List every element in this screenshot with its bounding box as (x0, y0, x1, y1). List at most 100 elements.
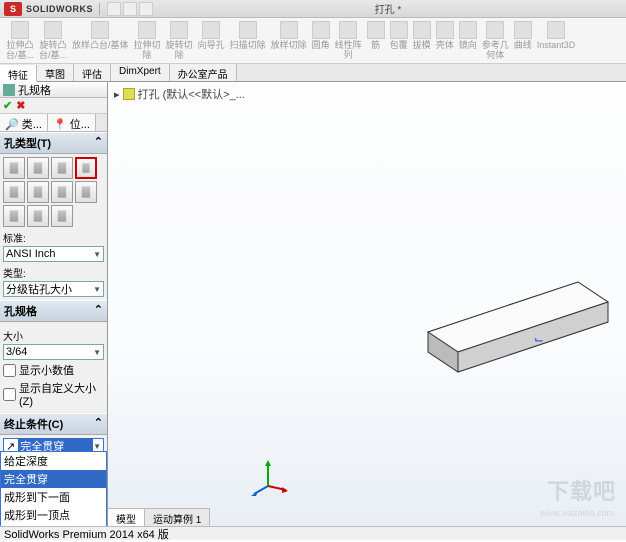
ribbon-线性阵列[interactable]: 线性阵 列 (333, 20, 364, 61)
ribbon-向导孔[interactable]: 向导孔 (196, 20, 227, 61)
ribbon-icon (239, 21, 257, 39)
collapse-icon: ⌃ (94, 303, 103, 319)
cmd-tab-1[interactable]: 草图 (37, 64, 74, 81)
hole-type-straight[interactable] (75, 157, 97, 179)
ribbon-icon (170, 21, 188, 39)
status-text: SolidWorks Premium 2014 x64 版 (4, 526, 169, 542)
expand-icon[interactable]: ▸ (114, 88, 120, 101)
hole-type-grid (3, 157, 104, 227)
ribbon-拔模[interactable]: 拔模 (411, 20, 433, 61)
section-end-condition[interactable]: 终止条件(C)⌃ (0, 413, 107, 435)
hole-type-hole[interactable] (51, 157, 73, 179)
chevron-down-icon: ▼ (93, 348, 101, 357)
feature-tree-breadcrumb[interactable]: ▸ 打孔 (默认<<默认>_... (114, 86, 245, 102)
status-bar: SolidWorks Premium 2014 x64 版 (0, 526, 626, 540)
graphics-viewport[interactable]: ▸ 打孔 (默认<<默认>_... ⌙ 下载吧 www.xiazaiba.com… (108, 82, 626, 526)
ribbon-放样切除[interactable]: 放样切除 (269, 20, 309, 61)
pm-title: 孔规格 (18, 82, 51, 98)
pm-tab-type[interactable]: 🔎 类... (0, 114, 48, 131)
ribbon-包覆[interactable]: 包覆 (388, 20, 410, 61)
ribbon-拉伸切除[interactable]: 拉伸切 除 (132, 20, 163, 61)
main-area: 孔规格 ✔ ✖ 🔎 类... 📍 位... 孔类型(T)⌃ (0, 82, 626, 526)
size-combo[interactable]: 3/64▼ (3, 344, 104, 360)
ribbon-壳体[interactable]: 壳体 (434, 20, 456, 61)
hole-spec-body: 大小 3/64▼ 显示小数值 显示自定义大小(Z) (0, 322, 107, 413)
hole-type-slot1[interactable] (75, 181, 97, 203)
breadcrumb-text: 打孔 (默认<<默认>_... (138, 86, 245, 102)
ribbon-icon (367, 21, 385, 39)
ribbon-icon (44, 21, 62, 39)
chevron-down-icon: ▼ (93, 250, 101, 259)
pm-title-bar: 孔规格 (0, 82, 107, 98)
title-bar: S SOLIDWORKS 打孔 * (0, 0, 626, 18)
standard-combo[interactable]: ANSI Inch▼ (3, 246, 104, 262)
ribbon-icon (390, 21, 408, 39)
document-title: 打孔 * (154, 1, 622, 16)
ok-button[interactable]: ✔ (3, 99, 12, 112)
command-tabs: 特征草图评估DimXpert办公室产品 (0, 64, 626, 82)
endcond-option[interactable]: 成形到下一面 (1, 488, 106, 506)
ribbon-拉伸凸台基[interactable]: 拉伸凸 台/基... (4, 20, 36, 61)
chevron-down-icon: ▼ (93, 285, 101, 294)
ribbon-镜向[interactable]: 镜向 (457, 20, 479, 61)
ribbon-Instant3D[interactable]: Instant3D (535, 20, 578, 61)
show-custom-check[interactable]: 显示自定义大小(Z) (3, 380, 104, 408)
hole-type-slot2[interactable] (3, 205, 25, 227)
hole-wizard-icon (3, 84, 15, 96)
pm-tab-position[interactable]: 📍 位... (48, 114, 96, 131)
size-label: 大小 (3, 328, 104, 343)
ribbon-参考几何体[interactable]: 参考几 何体 (480, 20, 511, 61)
endcond-option[interactable]: 成形到一顶点 (1, 506, 106, 524)
watermark-url: www.xiazaiba.com (540, 508, 614, 518)
type-combo[interactable]: 分级钻孔大小▼ (3, 281, 104, 297)
end-condition-dropdown: 给定深度完全贯穿成形到下一面成形到一顶点成形到一面到离指定面指定的距离 (0, 451, 107, 526)
solidworks-logo-icon: S (4, 2, 22, 16)
cancel-button[interactable]: ✖ (16, 99, 25, 112)
collapse-icon: ⌃ (94, 135, 103, 151)
ribbon-icon (138, 21, 156, 39)
viewport-tabs: 模型运动算例 1 (108, 508, 210, 526)
type-label: 类型: (3, 265, 104, 280)
hole-type-legacy[interactable] (51, 181, 73, 203)
cmd-tab-0[interactable]: 特征 (0, 65, 37, 82)
qat-new-button[interactable] (107, 2, 121, 16)
hole-type-slot4[interactable] (51, 205, 73, 227)
model-plate[interactable] (408, 272, 626, 412)
show-decimal-check[interactable]: 显示小数值 (3, 362, 104, 378)
separator (99, 3, 100, 15)
cmd-tab-3[interactable]: DimXpert (111, 64, 170, 81)
qat-save-button[interactable] (139, 2, 153, 16)
hole-type-countersink[interactable] (27, 157, 49, 179)
endcond-option[interactable]: 成形到一面 (1, 524, 106, 526)
ribbon-icon (459, 21, 477, 39)
origin-marker-icon: ⌙ (534, 332, 544, 346)
ribbon-曲线[interactable]: 曲线 (512, 20, 534, 61)
ribbon-扫描切除[interactable]: 扫描切除 (228, 20, 268, 61)
cmd-tab-4[interactable]: 办公室产品 (170, 64, 237, 81)
section-hole-spec[interactable]: 孔规格⌃ (0, 300, 107, 322)
viewport-tab-0[interactable]: 模型 (108, 509, 145, 526)
collapse-icon: ⌃ (94, 416, 103, 432)
ribbon-toolbar: 拉伸凸 台/基...旋转凸 台/基...放样凸台/基体拉伸切 除旋转切 除向导孔… (0, 18, 626, 64)
ribbon-旋转切除[interactable]: 旋转切 除 (164, 20, 195, 61)
ribbon-放样凸台基体[interactable]: 放样凸台/基体 (70, 20, 131, 61)
hole-type-slot3[interactable] (27, 205, 49, 227)
ribbon-旋转凸台基[interactable]: 旋转凸 台/基... (37, 20, 69, 61)
ribbon-筋[interactable]: 筋 (365, 20, 387, 61)
hole-type-pipe-tap[interactable] (27, 181, 49, 203)
ribbon-icon (514, 21, 532, 39)
qat-open-button[interactable] (123, 2, 137, 16)
view-triad-icon[interactable] (248, 456, 288, 496)
hole-type-counterbore[interactable] (3, 157, 25, 179)
ribbon-icon (413, 21, 431, 39)
pm-tabs: 🔎 类... 📍 位... (0, 114, 107, 132)
section-hole-type[interactable]: 孔类型(T)⌃ (0, 132, 107, 154)
hole-type-tap[interactable] (3, 181, 25, 203)
ribbon-icon (436, 21, 454, 39)
ribbon-icon (486, 21, 504, 39)
ribbon-圆角[interactable]: 圆角 (310, 20, 332, 61)
viewport-tab-1[interactable]: 运动算例 1 (145, 509, 210, 526)
endcond-option[interactable]: 给定深度 (1, 452, 106, 470)
endcond-option[interactable]: 完全贯穿 (1, 470, 106, 488)
cmd-tab-2[interactable]: 评估 (74, 64, 111, 81)
